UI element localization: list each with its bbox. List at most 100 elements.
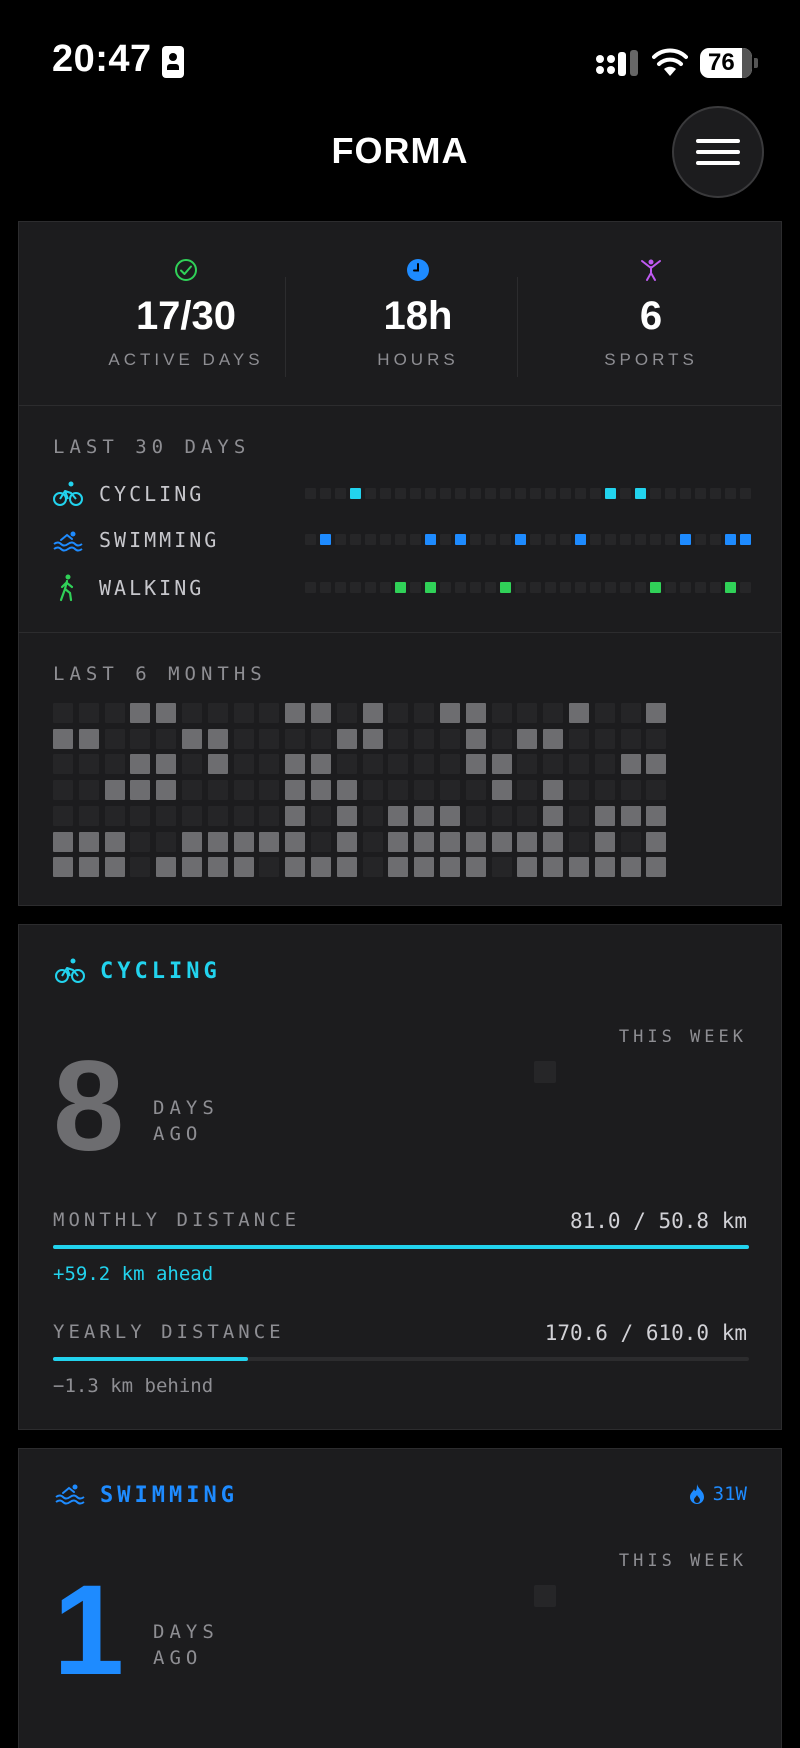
heatmap-cell-active [440, 831, 460, 852]
heatmap-cell-active [646, 831, 667, 852]
heatmap-cell [259, 728, 280, 749]
activity-dot [680, 488, 691, 499]
activity-dot [305, 534, 316, 545]
heatmap-cell [388, 703, 409, 723]
activity-dot [395, 534, 406, 545]
heatmap-cell-active [336, 805, 357, 826]
heatmap-cell [414, 780, 435, 801]
heatmap-cell [156, 831, 177, 852]
heatmap-cell [440, 754, 460, 775]
heatmap-cell-active [491, 780, 512, 801]
heatmap-cell [620, 780, 641, 801]
heatmap-cell [233, 728, 254, 749]
activity-dot [605, 534, 616, 545]
activity-dot-active [455, 534, 466, 545]
heatmap-cell-active [388, 805, 409, 826]
heatmap-cell-active [182, 831, 202, 852]
swimming-card[interactable]: SWIMMING 31W THIS WEEK 1 DAYS AGO [18, 1448, 782, 1748]
activity-dot-active [500, 582, 511, 593]
battery-level: 76 [708, 49, 735, 76]
heatmap-cell-active [285, 831, 306, 852]
activity-dot [650, 488, 661, 499]
heatmap-cell-active [569, 857, 589, 878]
activity-dot [410, 488, 421, 499]
activity-dot [350, 534, 361, 545]
activity-dot [455, 488, 466, 499]
heatmap-cell [491, 703, 512, 723]
heatmap-cell [311, 805, 331, 826]
activity-dot [470, 582, 481, 593]
yearly-distance-value: 170.6 / 610.0 km [544, 1321, 747, 1345]
swimming-icon [53, 531, 83, 552]
heatmap-cell-active [388, 857, 409, 878]
heatmap-cell [336, 703, 357, 723]
last-6-months-title: LAST 6 MONTHS [53, 663, 267, 685]
heatmap-cell-active [414, 831, 435, 852]
heatmap-cell-active [543, 780, 564, 801]
heatmap-cell [517, 780, 538, 801]
heatmap-cell [311, 831, 331, 852]
heatmap-cell [233, 754, 254, 775]
heatmap-cell-active [285, 780, 306, 801]
flame-icon [689, 1484, 704, 1504]
wifi-icon [652, 48, 688, 76]
heatmap-cell [182, 703, 202, 723]
heatmap-cell-active [517, 857, 538, 878]
heatmap-cell-active [207, 728, 228, 749]
last-30-days-title: LAST 30 DAYS [53, 436, 251, 458]
heatmap-cell-active [620, 754, 641, 775]
heatmap-cell-active [156, 754, 177, 775]
heatmap-cell-active [620, 857, 641, 878]
heatmap-cell-active [311, 754, 331, 775]
heatmap-cell-active [311, 857, 331, 878]
heatmap-cell [78, 754, 99, 775]
activity-dot [530, 582, 541, 593]
activity-dot [530, 534, 541, 545]
heatmap-cell-active [543, 728, 564, 749]
activity-dot [560, 582, 571, 593]
activity-dot-active [350, 488, 361, 499]
heatmap-cell-active [311, 703, 331, 723]
activity-dot-active [425, 582, 436, 593]
heatmap-cell [465, 805, 486, 826]
activity-dot [410, 534, 421, 545]
activity-dot-active [605, 488, 616, 499]
heatmap-cell-active [543, 831, 564, 852]
heatmap-cell [156, 805, 177, 826]
activity-dot [545, 488, 556, 499]
heatmap-cell-active [594, 831, 615, 852]
heatmap-cell-active [388, 831, 409, 852]
activity-dot [500, 534, 511, 545]
activity-dot [665, 582, 676, 593]
activity-dot [590, 582, 601, 593]
heatmap-cell-active [414, 857, 435, 878]
activity-dot [650, 534, 661, 545]
activity-dot [725, 488, 736, 499]
cycling-card[interactable]: CYCLING THIS WEEK 8 DAYS AGO MONTHLY DIS… [18, 924, 782, 1430]
last30-row-walking[interactable]: WALKING [53, 574, 753, 604]
heatmap-cell-active [465, 857, 486, 878]
stat-value: 17/30 [135, 294, 237, 338]
row-label: SWIMMING [99, 528, 220, 552]
activity-dot [560, 488, 571, 499]
menu-button[interactable] [672, 106, 764, 198]
activity-dot [515, 488, 526, 499]
heatmap-cell [569, 805, 589, 826]
clock-icon [407, 259, 429, 281]
activity-dot-active [680, 534, 691, 545]
last30-row-swimming[interactable]: SWIMMING [53, 526, 753, 556]
heatmap-cell-active [336, 728, 357, 749]
heatmap-cell-active [156, 703, 177, 723]
heatmap-cell [569, 728, 589, 749]
heatmap-cell [414, 728, 435, 749]
heatmap-cell-active [569, 703, 589, 723]
heatmap-cell-active [491, 831, 512, 852]
activity-dot [335, 582, 346, 593]
activity-dot [350, 582, 361, 593]
activity-dot-active [650, 582, 661, 593]
swimming-icon [55, 1484, 85, 1505]
heatmap-cell-active [594, 805, 615, 826]
heatmap-cell-active [440, 805, 460, 826]
last30-row-cycling[interactable]: CYCLING [53, 480, 753, 510]
heatmap-cell-active [285, 805, 306, 826]
